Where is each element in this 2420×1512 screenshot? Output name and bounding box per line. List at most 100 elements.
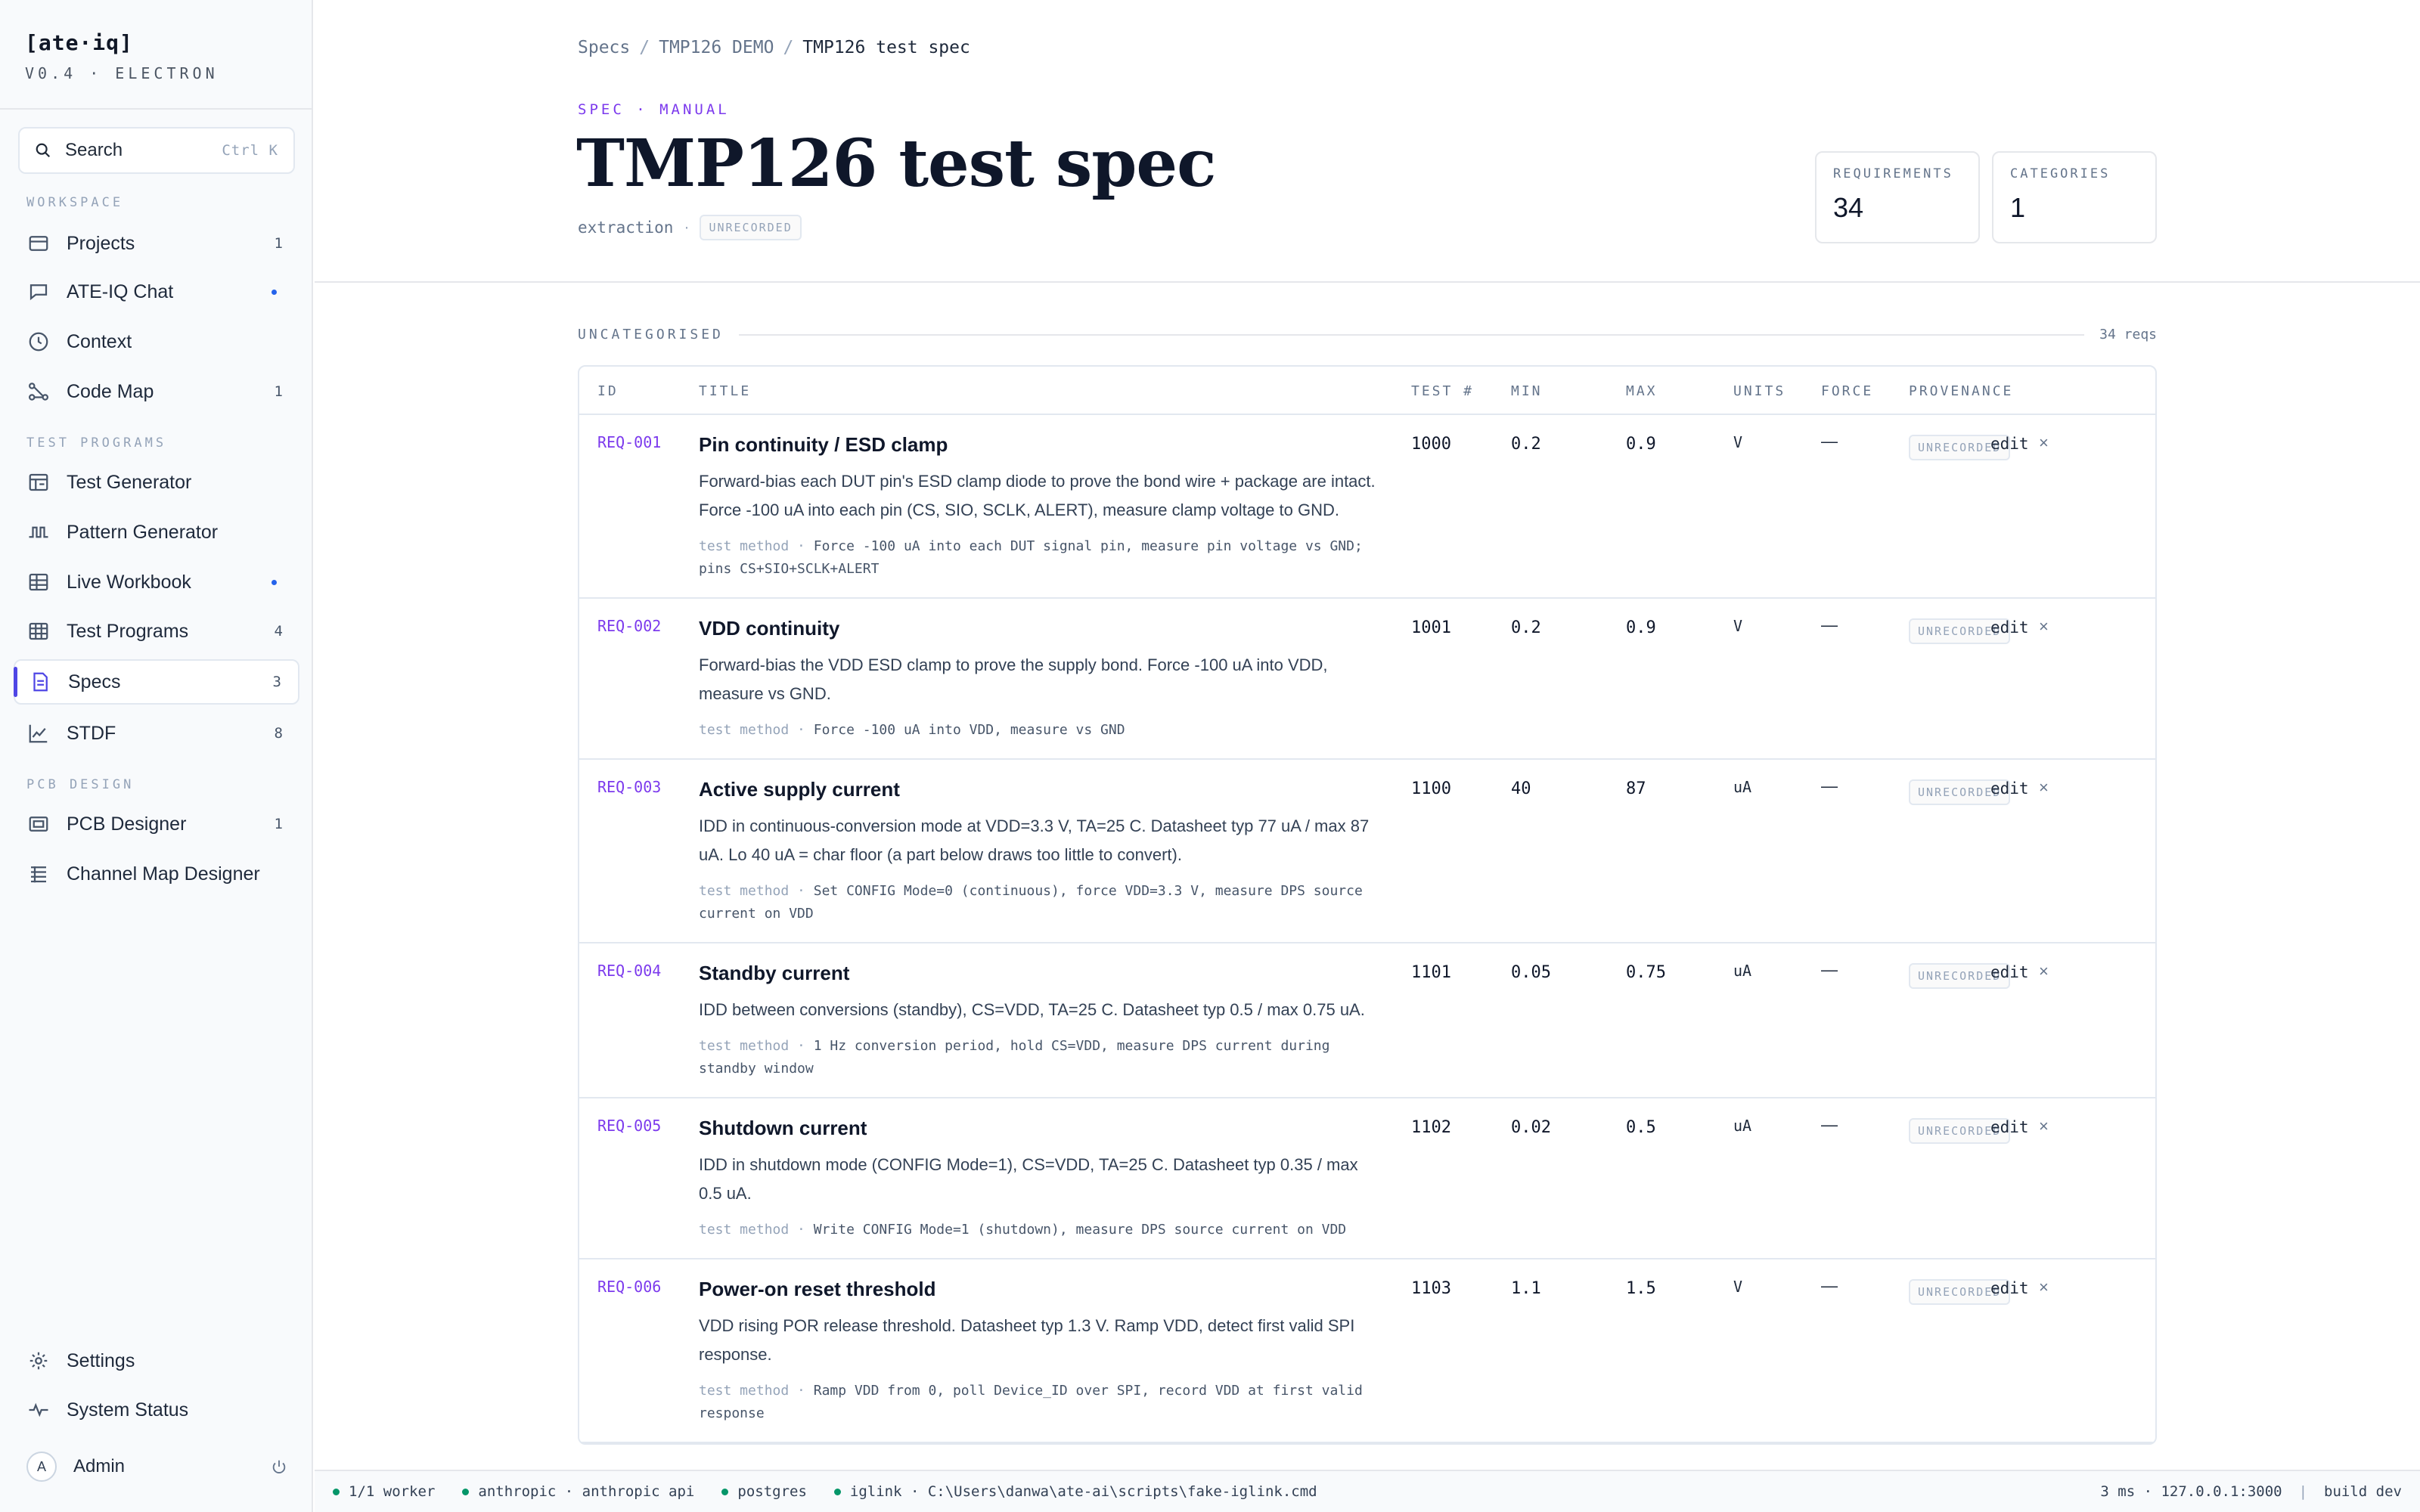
status-divider: | [2298, 1483, 2308, 1500]
search-input[interactable]: Search Ctrl K [18, 127, 295, 174]
sidebar-item-channel-map-designer[interactable]: Channel Map Designer [14, 851, 299, 897]
delete-icon[interactable]: × [2039, 778, 2049, 798]
column-units[interactable]: UNITS [1733, 383, 1786, 399]
max-value: 0.9 [1626, 435, 1656, 454]
category-rule [738, 333, 2085, 336]
status-badge: UNRECORDED [700, 215, 802, 240]
edit-button[interactable]: edit [1990, 779, 2029, 798]
sidebar-item-code-map[interactable]: Code Map 1 [14, 369, 299, 414]
status-worker: 1/1 worker [333, 1483, 435, 1500]
requirement-description: IDD between conversions (standby), CS=VD… [699, 1000, 1365, 1019]
force-value: — [1821, 776, 1838, 795]
sidebar-item-stdf[interactable]: STDF 8 [14, 711, 299, 756]
edit-button[interactable]: edit [1990, 1118, 2029, 1136]
sidebar-item-label: Settings [67, 1349, 135, 1371]
meta-separator: · [684, 218, 690, 236]
delete-icon[interactable]: × [2039, 1278, 2049, 1297]
edit-button[interactable]: edit [1990, 618, 2029, 637]
sidebar-item-live-workbook[interactable]: Live Workbook [14, 559, 299, 605]
power-icon[interactable] [271, 1458, 287, 1475]
edit-button[interactable]: edit [1990, 1279, 2029, 1297]
sidebar-item-label: PCB Designer [67, 813, 187, 835]
status-database: postgres [721, 1483, 807, 1500]
sidebar-item-system-status[interactable]: System Status [14, 1387, 299, 1433]
column-id[interactable]: ID [597, 383, 619, 399]
brand: [ate·iq] V0.4 · ELECTRON [25, 30, 219, 82]
requirement-test-method: test method · Set CONFIG Mode=0 (continu… [699, 880, 1379, 925]
column-force[interactable]: FORCE [1821, 383, 1873, 399]
table-row[interactable]: REQ-003 Active supply current IDD in conti… [579, 760, 2155, 943]
folder-icon [29, 236, 48, 251]
sidebar-item-label: Pattern Generator [67, 521, 219, 543]
sidebar-item-settings[interactable]: Settings [14, 1338, 299, 1383]
requirement-test-method: test method · Write CONFIG Mode=1 (shutd… [699, 1219, 1379, 1241]
requirement-body: Standby current IDD between conversions (… [699, 943, 1379, 1097]
max-value: 0.5 [1626, 1118, 1656, 1137]
category-count: 34 reqs [2099, 327, 2157, 342]
edit-button[interactable]: edit [1990, 435, 2029, 453]
delete-icon[interactable]: × [2039, 617, 2049, 637]
test-method-key: test method · [699, 883, 805, 899]
requirement-test-method: test method · Ramp VDD from 0, poll Devi… [699, 1380, 1379, 1425]
delete-icon[interactable]: × [2039, 962, 2049, 981]
user-menu[interactable]: A Admin [26, 1452, 287, 1482]
table-row[interactable]: REQ-002 VDD continuity Forward-bias the VD… [579, 599, 2155, 760]
test-number: 1000 [1411, 435, 1451, 454]
breadcrumb-project[interactable]: TMP126 DEMO [659, 38, 774, 57]
board-icon [29, 816, 48, 832]
column-max[interactable]: MAX [1626, 383, 1658, 399]
app-logo[interactable]: [ate·iq] [25, 30, 219, 55]
sidebar-item-test-generator[interactable]: Test Generator [14, 460, 299, 505]
column-title[interactable]: TITLE [699, 383, 751, 399]
delete-icon[interactable]: × [2039, 1117, 2049, 1136]
requirement-title: Power-on reset threshold [699, 1278, 936, 1300]
stat-requirements: REQUIREMENTS 34 [1815, 151, 1980, 243]
breadcrumb-specs[interactable]: Specs [578, 38, 630, 57]
test-number: 1001 [1411, 618, 1451, 637]
units-value: uA [1733, 1117, 1752, 1135]
delete-icon[interactable]: × [2039, 433, 2049, 453]
sidebar-item-context[interactable]: Context [14, 319, 299, 364]
sidebar-item-projects[interactable]: Projects 1 [14, 221, 299, 266]
requirements-table: ID TITLE TEST # MIN MAX UNITS FORCE PROV… [578, 365, 2157, 1445]
requirement-description: IDD in shutdown mode (CONFIG Mode=1), CS… [699, 1155, 1358, 1203]
sidebar-item-ate-iq-chat[interactable]: ATE-IQ Chat [14, 269, 299, 314]
main-content: Specs / TMP126 DEMO / TMP126 test spec SPEC … [315, 0, 2420, 1470]
requirement-id[interactable]: REQ-004 [597, 962, 661, 980]
table-row[interactable]: REQ-001 Pin continuity / ESD clamp Forward… [579, 415, 2155, 599]
table-row[interactable]: REQ-004 Standby current IDD between conver… [579, 943, 2155, 1098]
requirement-id[interactable]: REQ-005 [597, 1117, 661, 1135]
test-method-text: Force -100 uA into VDD, measure vs GND [813, 722, 1125, 738]
edit-button[interactable]: edit [1990, 963, 2029, 981]
requirement-id[interactable]: REQ-001 [597, 433, 661, 451]
table-row[interactable]: REQ-005 Shutdown current IDD in shutdown m… [579, 1098, 2155, 1259]
force-value: — [1821, 432, 1838, 451]
sidebar-item-pcb-designer[interactable]: PCB Designer 1 [14, 801, 299, 847]
test-number: 1103 [1411, 1279, 1451, 1298]
table-row[interactable]: REQ-006 Power-on reset threshold VDD risin… [579, 1259, 2155, 1443]
column-min[interactable]: MIN [1511, 383, 1543, 399]
sidebar: [ate·iq] V0.4 · ELECTRON Search Ctrl K W… [0, 0, 313, 1512]
requirement-title: Standby current [699, 962, 850, 984]
force-value: — [1821, 1276, 1838, 1295]
meta-label: extraction [578, 218, 674, 237]
min-value: 0.02 [1511, 1118, 1551, 1137]
app-version: V0.4 · ELECTRON [25, 64, 219, 82]
breadcrumb-current: TMP126 test spec [802, 38, 970, 57]
column-provenance[interactable]: PROVENANCE [1909, 383, 2013, 399]
units-value: uA [1733, 962, 1752, 980]
sidebar-item-test-programs[interactable]: Test Programs 4 [14, 609, 299, 654]
test-number: 1101 [1411, 963, 1451, 982]
force-value: — [1821, 615, 1838, 634]
force-value: — [1821, 960, 1838, 979]
units-value: V [1733, 617, 1743, 635]
sidebar-item-specs[interactable]: Specs 3 [14, 659, 299, 705]
sidebar-item-pattern-generator[interactable]: Pattern Generator [14, 510, 299, 555]
requirement-body: Pin continuity / ESD clamp Forward-bias e… [699, 415, 1379, 597]
column-test-number[interactable]: TEST # [1411, 383, 1474, 399]
breadcrumb-separator: / [639, 38, 650, 57]
requirement-id[interactable]: REQ-006 [597, 1278, 661, 1296]
sidebar-divider [0, 108, 312, 110]
requirement-id[interactable]: REQ-003 [597, 778, 661, 796]
requirement-id[interactable]: REQ-002 [597, 617, 661, 635]
